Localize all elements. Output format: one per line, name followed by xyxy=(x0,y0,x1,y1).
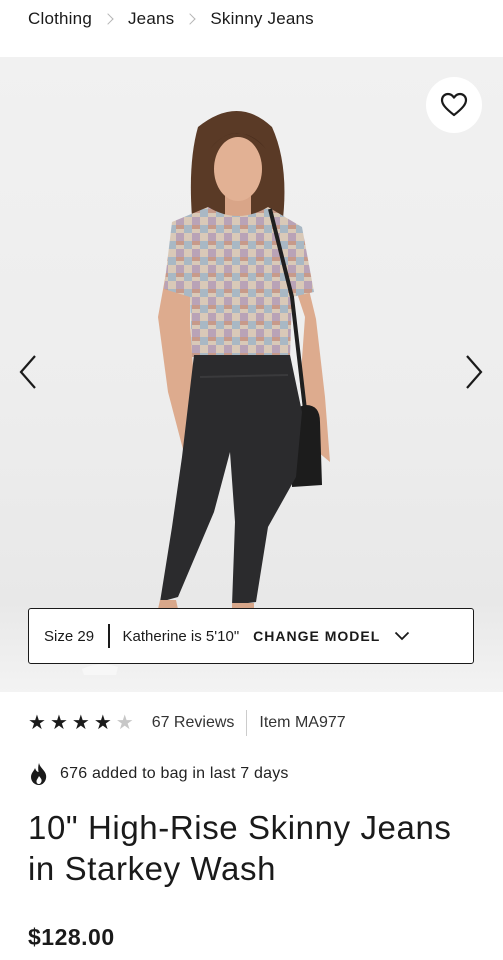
star-icon: ★ xyxy=(28,712,46,734)
breadcrumb: Clothing Jeans Skinny Jeans xyxy=(28,8,314,30)
breadcrumb-separator-icon xyxy=(184,13,197,25)
star-icon: ★ xyxy=(71,712,90,734)
star-empty-icon: ★ xyxy=(115,712,134,734)
star-icon: ★ xyxy=(93,712,112,734)
model-height-label: Katherine is 5'10" xyxy=(122,627,240,645)
chevron-down-icon xyxy=(394,631,410,641)
reviews-link[interactable]: 67 Reviews xyxy=(152,714,235,732)
model-photo xyxy=(82,111,330,675)
popularity-text: 676 added to bag in last 7 days xyxy=(60,765,289,782)
favorite-button[interactable] xyxy=(426,77,482,133)
rating-row: ★ ★ ★ ★ ★ 67 Reviews Item MA977 xyxy=(28,710,346,736)
chevron-right-icon xyxy=(466,355,483,389)
model-size-label: Size 29 xyxy=(44,627,95,645)
product-title: 10" High-Rise Skinny Jeans in Starkey Wa… xyxy=(28,809,452,887)
review-divider xyxy=(246,710,248,736)
breadcrumb-clothing[interactable]: Clothing xyxy=(28,9,92,29)
product-price: $128.00 xyxy=(28,924,115,950)
chevron-left-icon xyxy=(19,355,36,389)
star-rating[interactable]: ★ ★ ★ ★ ★ xyxy=(28,713,134,733)
flame-icon xyxy=(31,763,47,785)
change-model-dropdown[interactable]: Size 29 Katherine is 5'10" CHANGE MODEL xyxy=(28,608,474,664)
heart-outline-icon xyxy=(440,92,468,117)
breadcrumb-jeans[interactable]: Jeans xyxy=(128,9,174,29)
item-number: Item MA977 xyxy=(259,714,346,731)
star-icon: ★ xyxy=(49,712,68,734)
breadcrumb-skinny-jeans[interactable]: Skinny Jeans xyxy=(210,9,314,29)
carousel-prev-button[interactable] xyxy=(14,352,42,392)
breadcrumb-separator-icon xyxy=(102,13,114,25)
product-image-carousel[interactable]: Size 29 Katherine is 5'10" CHANGE MODEL xyxy=(0,57,503,692)
carousel-next-button[interactable] xyxy=(460,352,488,392)
popularity-notice: 676 added to bag in last 7 days xyxy=(28,762,289,786)
change-model-label: CHANGE MODEL xyxy=(253,628,381,644)
